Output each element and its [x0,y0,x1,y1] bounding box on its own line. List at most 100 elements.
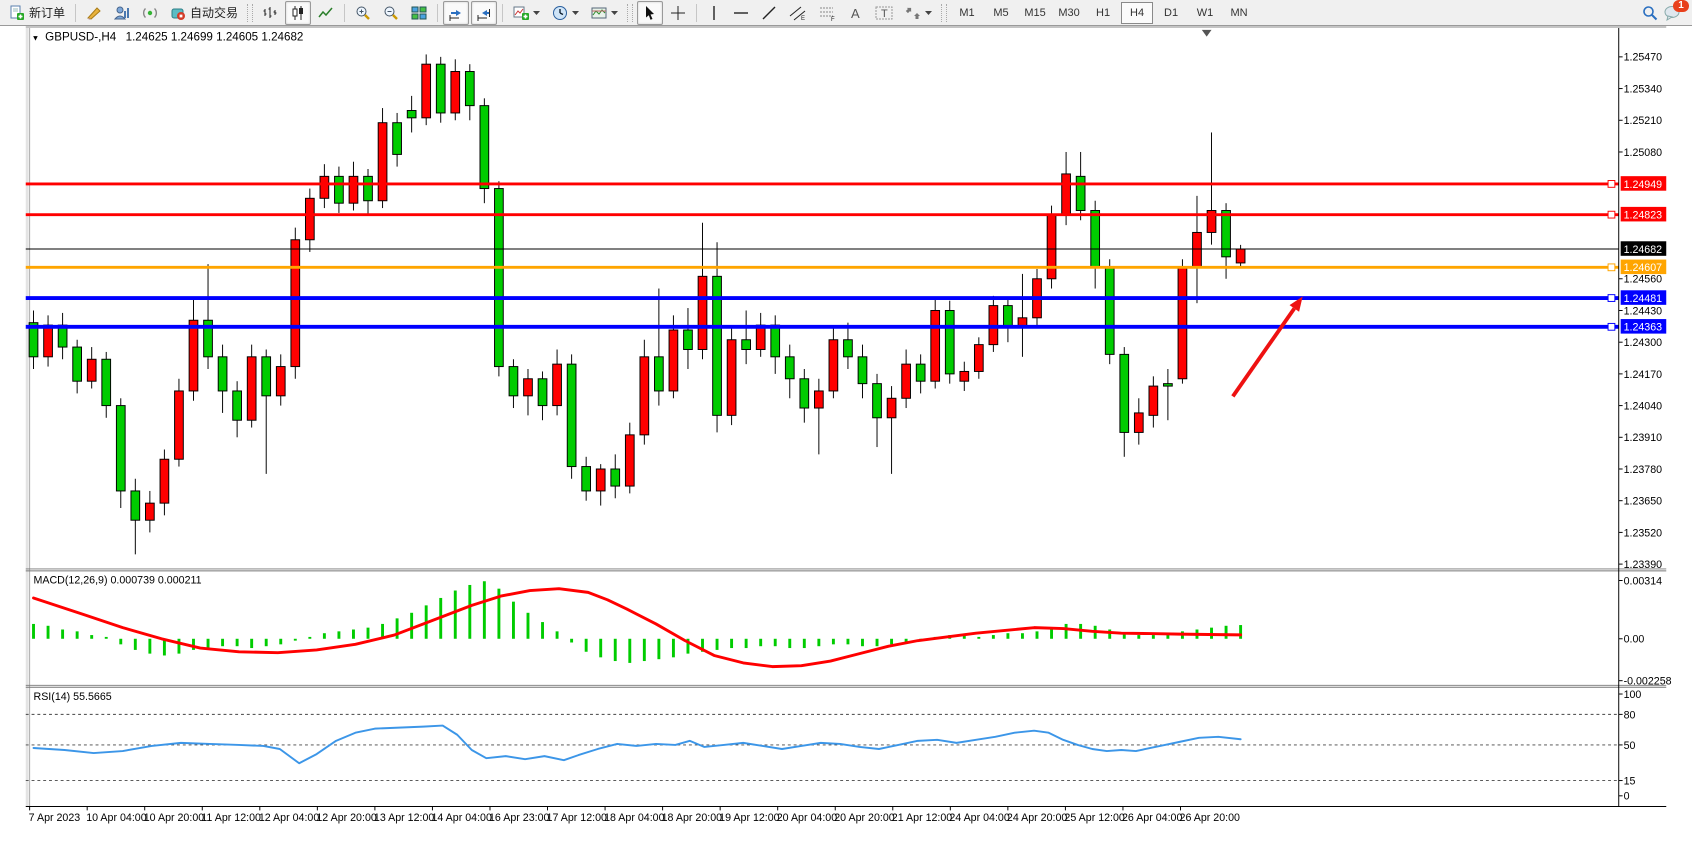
bar-chart-button[interactable] [257,1,283,25]
crosshair-button[interactable] [665,1,691,25]
indicators-button[interactable] [508,1,545,25]
chat-button[interactable]: 1 [1664,5,1682,21]
vertical-line-button[interactable] [702,1,726,25]
auto-trading-label: 自动交易 [190,4,238,21]
svg-text:10 Apr 04:00: 10 Apr 04:00 [86,812,147,824]
chevron-down-icon [925,10,932,15]
periods-button[interactable] [547,1,584,25]
svg-text:1.24481: 1.24481 [1624,293,1663,305]
profile-chart-icon [114,5,130,21]
timeframe-m1[interactable]: M1 [951,2,983,24]
svg-text:12 Apr 04:00: 12 Apr 04:00 [259,812,320,824]
vertical-line-icon [707,5,721,21]
equidistant-channel-button[interactable]: E [784,1,812,25]
svg-text:1.24607: 1.24607 [1624,262,1663,274]
svg-text:1.23650: 1.23650 [1624,496,1663,508]
candlestick-chart-button[interactable] [285,1,311,25]
timeframe-m30[interactable]: M30 [1053,2,1085,24]
svg-text:26 Apr 04:00: 26 Apr 04:00 [1122,812,1183,824]
svg-text:MACD(12,26,9) 0.000739 0.00021: MACD(12,26,9) 0.000739 0.000211 [34,574,202,586]
signal-button[interactable] [137,1,163,25]
new-order-icon [9,5,25,21]
signal-icon [142,5,158,21]
channel-icon: E [789,5,807,21]
chevron-down-icon [572,10,579,15]
toolbar-separator [502,4,503,22]
svg-text:18 Apr 20:00: 18 Apr 20:00 [662,812,723,824]
templates-icon [591,5,607,21]
toolbar-grip [941,4,947,22]
profile-button[interactable] [109,1,135,25]
toolbar-separator [437,4,438,22]
chart-canvas[interactable]: 1.249491.248231.246821.246071.244811.243… [0,26,1692,854]
svg-text:17 Apr 12:00: 17 Apr 12:00 [547,812,608,824]
svg-text:25 Apr 12:00: 25 Apr 12:00 [1064,812,1125,824]
new-order-button[interactable]: 新订单 [4,1,70,25]
timeframe-m15[interactable]: M15 [1019,2,1051,24]
svg-text:T: T [881,8,888,20]
zoom-in-button[interactable] [350,1,376,25]
svg-text:0.00314: 0.00314 [1624,575,1663,587]
toolbar-grip [627,4,633,22]
text-icon: A [849,5,863,21]
text-label-icon: T [875,5,893,21]
mt4-window: 新订单 [0,0,1692,854]
svg-text:14 Apr 04:00: 14 Apr 04:00 [431,812,492,824]
svg-text:1.23520: 1.23520 [1624,527,1663,539]
svg-text:1.25470: 1.25470 [1624,52,1663,64]
timeframe-w1[interactable]: W1 [1189,2,1221,24]
chart-area[interactable]: 1.249491.248231.246821.246071.244811.243… [0,26,1692,854]
trendline-icon [761,5,777,21]
arrow-objects-icon [905,5,921,21]
timeframe-h4[interactable]: H4 [1121,2,1153,24]
zoom-out-button[interactable] [378,1,404,25]
templates-button[interactable] [586,1,623,25]
svg-text:1.24430: 1.24430 [1624,305,1663,317]
svg-text:50: 50 [1624,740,1636,752]
svg-text:1.24949: 1.24949 [1624,179,1663,191]
candlestick-chart-icon [290,5,306,21]
timeframe-d1[interactable]: D1 [1155,2,1187,24]
svg-text:RSI(14) 55.5665: RSI(14) 55.5665 [34,691,112,703]
cursor-button[interactable] [637,1,663,25]
arrows-button[interactable] [900,1,937,25]
text-label-button[interactable]: T [870,1,898,25]
text-button[interactable]: A [844,1,868,25]
svg-text:20 Apr 04:00: 20 Apr 04:00 [777,812,838,824]
svg-text:24 Apr 20:00: 24 Apr 20:00 [1007,812,1068,824]
cursor-icon [642,5,658,21]
chart-shift-icon [476,5,492,21]
search-icon[interactable] [1642,5,1658,21]
svg-text:1.25080: 1.25080 [1624,147,1663,159]
auto-scroll-icon [448,5,464,21]
timeframe-mn[interactable]: MN [1223,2,1255,24]
trendline-button[interactable] [756,1,782,25]
svg-text:-0.002258: -0.002258 [1624,676,1672,688]
svg-text:GBPUSD-,H4: GBPUSD-,H4 [45,31,117,44]
timeframe-h1[interactable]: H1 [1087,2,1119,24]
svg-text:E: E [801,16,805,21]
zoom-out-icon [383,5,399,21]
fibonacci-icon: F [819,5,837,21]
svg-text:1.23780: 1.23780 [1624,464,1663,476]
svg-text:1.23390: 1.23390 [1624,559,1663,571]
svg-text:▼: ▼ [32,34,40,43]
auto-trading-button[interactable]: 自动交易 [165,1,243,25]
svg-text:F: F [831,17,835,21]
tile-windows-button[interactable] [406,1,432,25]
svg-text:1.24560: 1.24560 [1624,274,1663,286]
auto-scroll-button[interactable] [443,1,469,25]
timeframe-m5[interactable]: M5 [985,2,1017,24]
line-chart-button[interactable] [313,1,339,25]
tile-windows-icon [411,5,427,21]
svg-text:1.25340: 1.25340 [1624,83,1663,95]
horizontal-line-button[interactable] [728,1,754,25]
crayon-button[interactable] [81,1,107,25]
clock-icon [552,5,568,21]
chart-shift-button[interactable] [471,1,497,25]
svg-text:18 Apr 04:00: 18 Apr 04:00 [604,812,665,824]
svg-text:1.24170: 1.24170 [1624,369,1663,381]
fibonacci-button[interactable]: F [814,1,842,25]
svg-text:10 Apr 20:00: 10 Apr 20:00 [144,812,205,824]
zoom-in-icon [355,5,371,21]
